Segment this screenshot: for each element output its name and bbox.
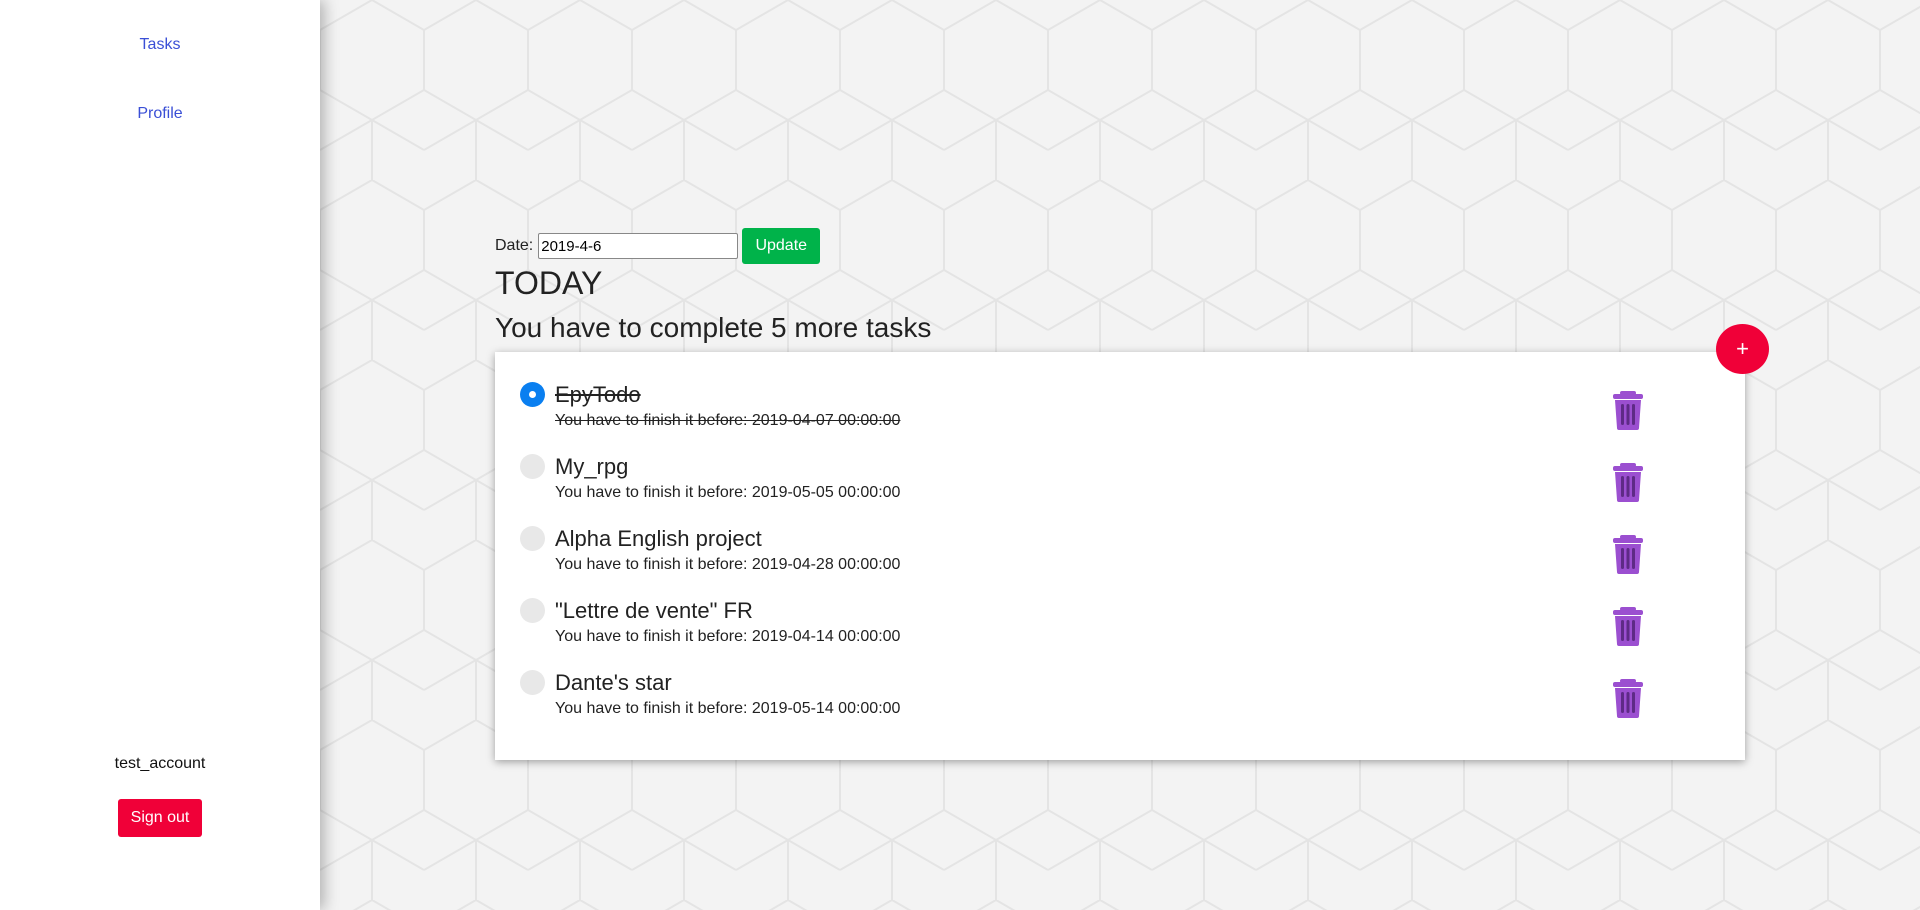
delete-task-button[interactable] (1611, 534, 1645, 574)
trash-icon (1613, 679, 1643, 718)
task-deadline: You have to finish it before: 2019-04-28… (555, 556, 901, 573)
task-deadline: You have to finish it before: 2019-05-05… (555, 484, 901, 501)
trash-icon (1613, 607, 1643, 646)
tasks-summary: You have to complete 5 more tasks (495, 312, 932, 343)
task-complete-radio[interactable] (520, 598, 545, 623)
sidebar-item-tasks[interactable]: Tasks (0, 36, 320, 54)
task-item: Alpha English project You have to finish… (495, 526, 1745, 598)
task-title: My_rpg (555, 454, 629, 479)
task-title: EpyTodo (555, 382, 641, 407)
task-deadline: You have to finish it before: 2019-04-07… (555, 412, 901, 429)
sidebar: Tasks Profile test_account Sign out (0, 0, 320, 910)
trash-icon (1613, 391, 1643, 430)
task-item: My_rpg You have to finish it before: 201… (495, 454, 1745, 526)
task-item: Dante's star You have to finish it befor… (495, 670, 1745, 742)
delete-task-button[interactable] (1611, 678, 1645, 718)
day-title: TODAY (495, 265, 603, 301)
date-input[interactable] (538, 233, 739, 259)
date-label: Date: (495, 237, 534, 254)
task-list: EpyTodo You have to finish it before: 20… (495, 352, 1745, 760)
add-task-button[interactable]: + (1716, 324, 1769, 374)
task-item: "Lettre de vente" FR You have to finish … (495, 598, 1745, 670)
task-complete-radio[interactable] (520, 382, 545, 407)
plus-icon: + (1736, 336, 1749, 361)
date-picker-row: Date: Update (495, 228, 821, 264)
task-complete-radio[interactable] (520, 526, 545, 551)
task-item: EpyTodo You have to finish it before: 20… (495, 382, 1745, 454)
account-username: test_account (114, 755, 206, 772)
task-title: Alpha English project (555, 526, 762, 551)
sign-out-button[interactable]: Sign out (118, 799, 202, 837)
delete-task-button[interactable] (1611, 390, 1645, 430)
task-title: "Lettre de vente" FR (555, 598, 753, 623)
task-complete-radio[interactable] (520, 454, 545, 479)
sidebar-item-profile[interactable]: Profile (0, 105, 320, 123)
task-complete-radio[interactable] (520, 670, 545, 695)
task-title: Dante's star (555, 670, 672, 695)
delete-task-button[interactable] (1611, 606, 1645, 646)
delete-task-button[interactable] (1611, 462, 1645, 502)
task-deadline: You have to finish it before: 2019-04-14… (555, 628, 901, 645)
task-deadline: You have to finish it before: 2019-05-14… (555, 700, 901, 717)
update-button[interactable]: Update (742, 228, 821, 264)
trash-icon (1613, 535, 1643, 574)
trash-icon (1613, 463, 1643, 502)
